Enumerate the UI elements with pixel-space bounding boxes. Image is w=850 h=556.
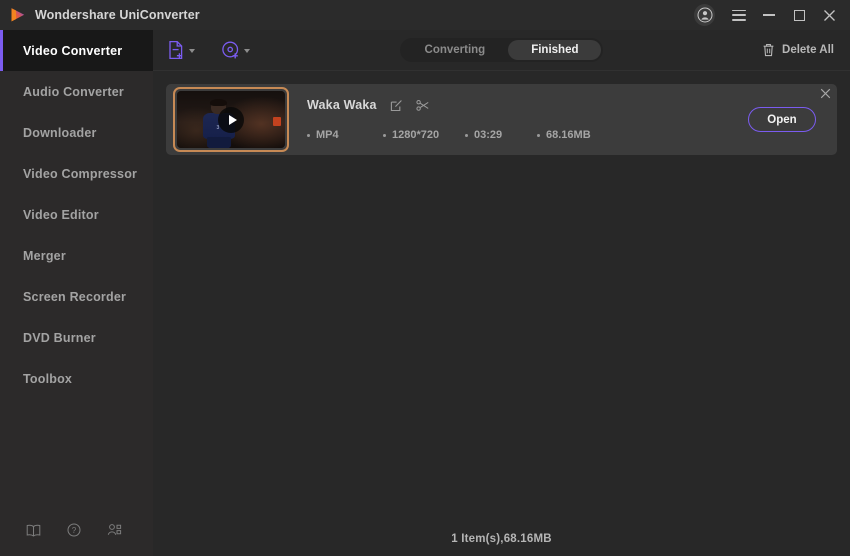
sidebar-item-video-compressor[interactable]: Video Compressor (0, 153, 153, 194)
main-body: Video Converter Audio Converter Download… (0, 30, 850, 556)
guide-book-icon[interactable] (26, 524, 41, 537)
sidebar-item-dvd-burner[interactable]: DVD Burner (0, 317, 153, 358)
file-name-row: Waka Waka (307, 98, 748, 112)
delete-all-label: Delete All (782, 44, 834, 56)
sidebar-item-label: Video Compressor (23, 166, 138, 181)
open-button-label: Open (767, 113, 797, 126)
tab-finished[interactable]: Finished (508, 40, 602, 60)
sidebar-item-merger[interactable]: Merger (0, 235, 153, 276)
sidebar-item-label: DVD Burner (23, 330, 96, 345)
meta-duration-value: 03:29 (474, 129, 503, 141)
maximize-icon (793, 9, 805, 21)
thumbnail-subject-hair (210, 98, 227, 107)
file-meta-row: MP4 1280*720 03:29 68.16MB (307, 129, 748, 141)
sidebar-item-video-converter[interactable]: Video Converter (0, 30, 153, 71)
edit-icon[interactable] (390, 99, 403, 112)
sidebar-item-label: Video Converter (23, 43, 123, 58)
status-bar: 1 Item(s),68.16MB (153, 522, 850, 556)
delete-all-button[interactable]: Delete All (762, 43, 834, 57)
sidebar-footer: ? (0, 504, 153, 556)
remove-item-button[interactable] (820, 88, 831, 99)
tab-label: Finished (531, 44, 579, 56)
close-button[interactable] (814, 0, 844, 30)
meta-resolution: 1280*720 (383, 129, 465, 141)
status-summary: 1 Item(s),68.16MB (451, 533, 552, 545)
video-thumbnail: 3 (177, 91, 285, 148)
meta-format: MP4 (307, 129, 383, 141)
meta-size: 68.16MB (537, 129, 591, 141)
sidebar-item-label: Toolbox (23, 371, 73, 386)
bullet-icon (307, 133, 310, 137)
chevron-down-icon (189, 49, 195, 53)
sidebar-item-screen-recorder[interactable]: Screen Recorder (0, 276, 153, 317)
open-button[interactable]: Open (748, 107, 816, 132)
chevron-down-icon (244, 49, 250, 53)
add-dvd-icon (222, 41, 239, 59)
sidebar-item-label: Merger (23, 248, 66, 263)
sidebar-item-label: Screen Recorder (23, 289, 127, 304)
play-icon[interactable] (218, 106, 244, 133)
account-avatar-icon (694, 4, 715, 26)
add-file-icon (169, 40, 183, 60)
tab-converting[interactable]: Converting (402, 40, 509, 60)
hamburger-menu-icon (732, 9, 746, 21)
file-card[interactable]: 3 Waka Waka MP4 1280*720 03:29 68.16MB O… (166, 84, 837, 155)
help-question-icon[interactable]: ? (67, 523, 81, 537)
sidebar-item-label: Downloader (23, 125, 97, 140)
sidebar-item-label: Video Editor (23, 207, 99, 222)
sidebar-nav: Video Converter Audio Converter Download… (0, 30, 153, 399)
title-bar: Wondershare UniConverter (0, 0, 850, 30)
remove-item-icon (820, 88, 831, 99)
account-button[interactable] (694, 0, 724, 30)
thumbnail-frame[interactable]: 3 (173, 87, 289, 152)
bullet-icon (383, 133, 386, 137)
svg-text:?: ? (72, 526, 77, 535)
maximize-button[interactable] (784, 0, 814, 30)
sidebar: Video Converter Audio Converter Download… (0, 30, 153, 556)
tab-label: Converting (424, 44, 486, 56)
content-toolbar: Converting Finished Delete All (153, 30, 850, 71)
trim-scissors-icon[interactable] (416, 99, 430, 112)
app-title: Wondershare UniConverter (35, 8, 200, 22)
content-area: Converting Finished Delete All 3 Waka Wa… (153, 30, 850, 556)
meta-duration: 03:29 (465, 129, 537, 141)
sidebar-item-label: Audio Converter (23, 84, 124, 99)
add-dvd-button[interactable] (221, 40, 250, 60)
sidebar-item-audio-converter[interactable]: Audio Converter (0, 71, 153, 112)
bullet-icon (465, 133, 468, 137)
community-people-icon[interactable] (107, 523, 122, 537)
bullet-icon (537, 133, 540, 137)
thumbnail-subject-legs (206, 137, 231, 148)
meta-format-value: MP4 (316, 129, 339, 141)
menu-button[interactable] (724, 0, 754, 30)
close-icon (823, 9, 835, 21)
trash-icon (763, 44, 774, 57)
sidebar-item-downloader[interactable]: Downloader (0, 112, 153, 153)
file-name: Waka Waka (307, 98, 377, 112)
minimize-button[interactable] (754, 0, 784, 30)
uniconverter-window: Wondershare UniConverter Video Converter… (0, 0, 850, 556)
file-list: 3 Waka Waka MP4 1280*720 03:29 68.16MB O… (153, 71, 850, 522)
add-file-button[interactable] (167, 40, 195, 60)
sidebar-item-video-editor[interactable]: Video Editor (0, 194, 153, 235)
app-logo-icon (8, 5, 28, 25)
minimize-icon (763, 14, 775, 16)
thumbnail-accent-block (273, 117, 281, 127)
file-info: Waka Waka MP4 1280*720 03:29 68.16MB (289, 98, 748, 141)
status-tabs: Converting Finished (399, 38, 604, 62)
sidebar-item-toolbox[interactable]: Toolbox (0, 358, 153, 399)
meta-resolution-value: 1280*720 (392, 129, 440, 141)
meta-size-value: 68.16MB (546, 129, 591, 141)
